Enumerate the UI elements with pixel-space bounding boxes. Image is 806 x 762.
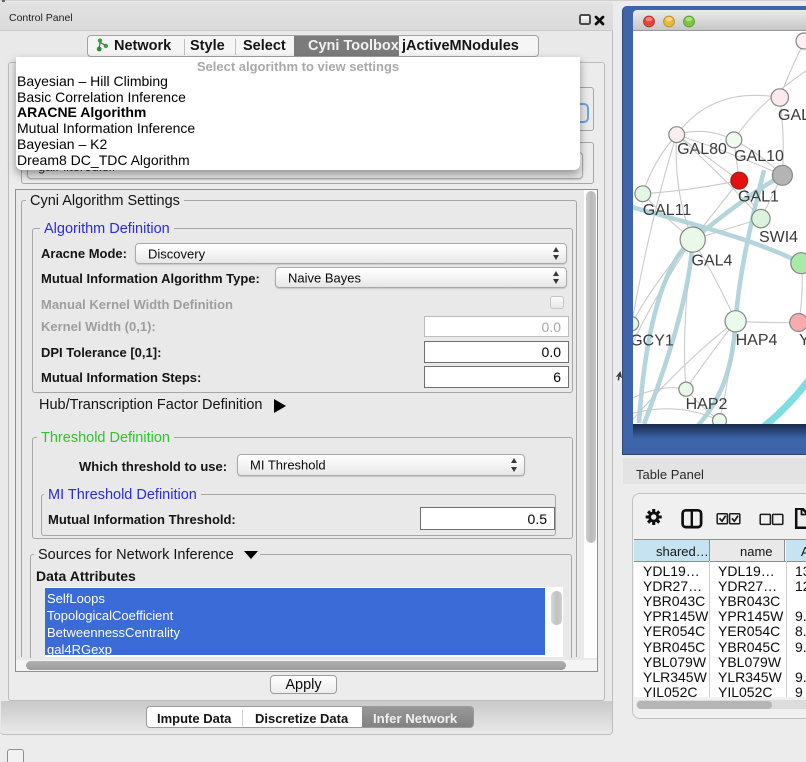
svg-text:GAL10: GAL10 <box>734 148 784 165</box>
svg-text:GAL1: GAL1 <box>738 189 779 206</box>
svg-text:GAL4: GAL4 <box>692 253 733 270</box>
svg-text:SWI4: SWI4 <box>759 229 798 246</box>
svg-text:GCY1: GCY1 <box>633 333 674 350</box>
svg-text:HAP4: HAP4 <box>736 332 778 349</box>
svg-text:GAL80: GAL80 <box>677 141 727 158</box>
svg-text:Y: Y <box>799 332 806 349</box>
svg-text:GAL11: GAL11 <box>643 202 692 219</box>
svg-text:HAP2: HAP2 <box>686 396 728 413</box>
svg-text:GAL: GAL <box>778 107 806 124</box>
